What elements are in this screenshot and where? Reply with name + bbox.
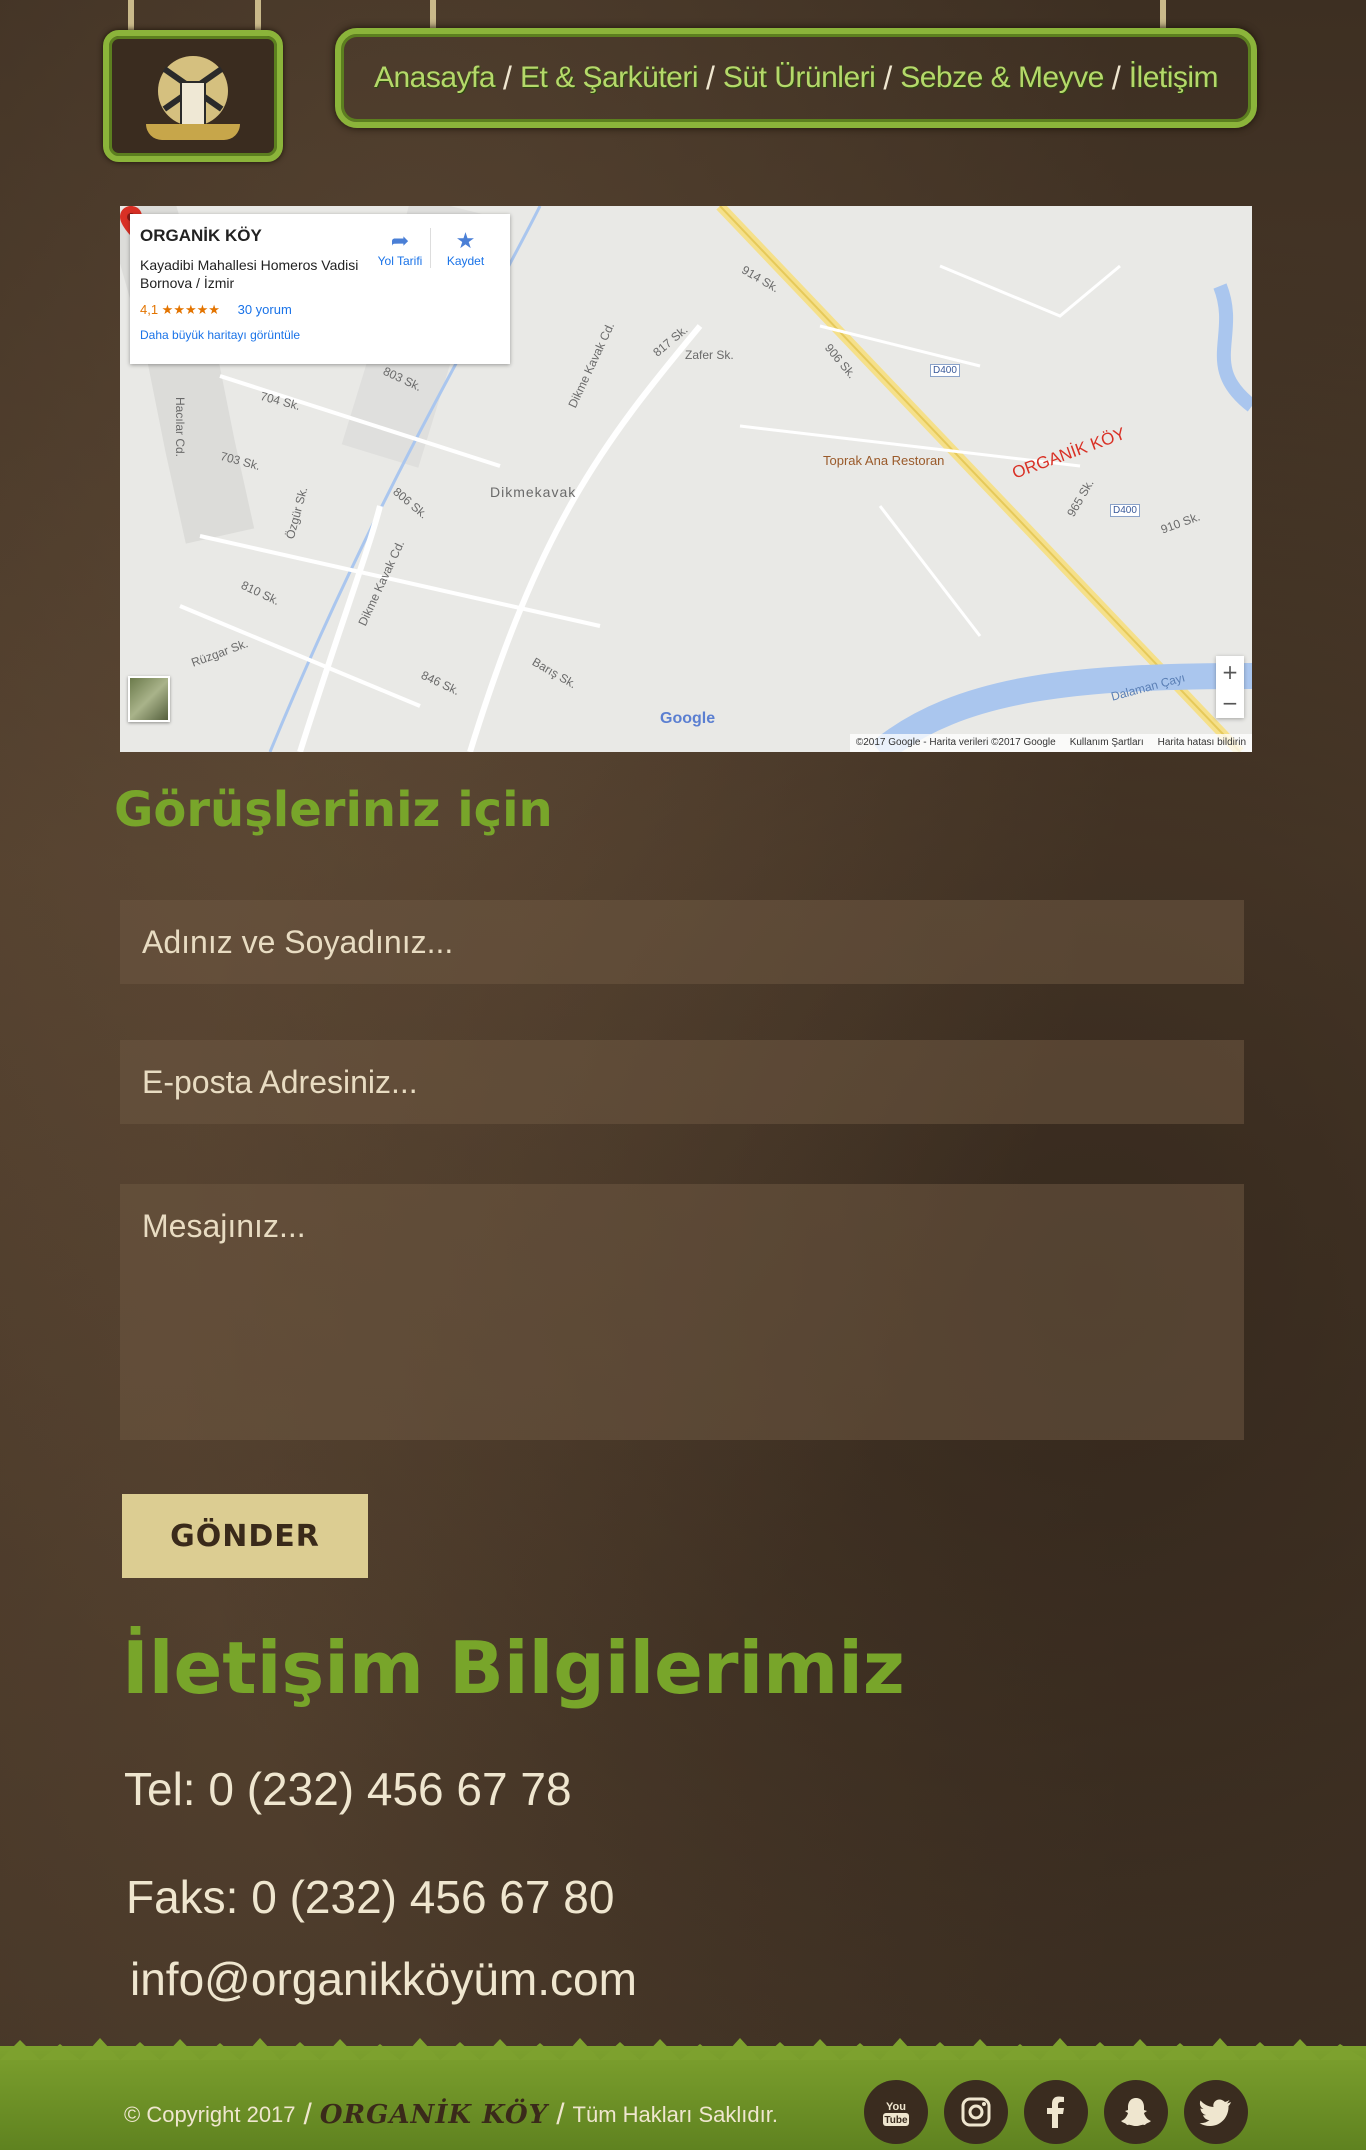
vine-decoration — [128, 0, 134, 30]
site-logo[interactable] — [103, 30, 283, 162]
svg-text:You: You — [886, 2101, 906, 2113]
windmill-logo-icon — [138, 46, 248, 146]
nav-item-iletisim[interactable]: İletişim — [1129, 61, 1219, 95]
rating-stars: 4,1 ★★★★★ — [140, 302, 220, 317]
nav-separator: / — [883, 59, 893, 96]
map-report-link[interactable]: Harita hatası bildirin — [1158, 737, 1246, 749]
map-highway-label: D400 — [930, 364, 960, 377]
name-input[interactable] — [120, 900, 1244, 984]
message-textarea[interactable] — [120, 1184, 1244, 1440]
zoom-out-button[interactable]: − — [1222, 691, 1239, 715]
embedded-map[interactable]: Dikmekavak Dikme Kavak Cd. Dikme Kavak C… — [120, 206, 1252, 752]
submit-button[interactable]: GÖNDER — [122, 1494, 368, 1578]
reviews-link[interactable]: 30 yorum — [238, 302, 292, 317]
map-place-rating: 4,1 ★★★★★ 30 yorum — [140, 302, 500, 318]
map-street-label: Hacılar Cd. — [173, 396, 188, 458]
star-icon: ★ — [455, 228, 476, 253]
map-terms-link[interactable]: Kullanım Şartları — [1070, 737, 1144, 749]
nav-separator: / — [706, 59, 715, 96]
footer-separator: / — [556, 2098, 565, 2131]
map-street-label: Zafer Sk. — [685, 348, 734, 362]
map-footer: ©2017 Google - Harita verileri ©2017 Goo… — [849, 734, 1252, 752]
rights-label: Tüm Hakları Saklıdır. — [572, 2102, 778, 2127]
map-zoom-controls: + − — [1216, 656, 1244, 718]
satellite-toggle[interactable] — [128, 676, 170, 722]
contact-info-title: İletişim Bilgilerimiz — [122, 1626, 905, 1710]
youtube-icon[interactable]: You Tube — [864, 2080, 928, 2144]
save-label: Kaydet — [446, 254, 485, 268]
facebook-icon[interactable] — [1024, 2080, 1088, 2144]
vine-decoration — [1160, 0, 1166, 28]
header: Anasayfa / Et & Şarküteri / Süt Ürünleri… — [0, 0, 1366, 170]
main-nav: Anasayfa / Et & Şarküteri / Süt Ürünleri… — [335, 28, 1257, 128]
map-place-address: Kayadibi Mahallesi Homeros Vadisi Bornov… — [140, 257, 359, 291]
map-highway-label: D400 — [1110, 504, 1140, 517]
nav-item-sut-urunleri[interactable]: Süt Ürünleri — [723, 61, 876, 95]
svg-text:Tube: Tube — [884, 2115, 908, 2126]
vine-decoration — [430, 0, 436, 28]
copyright-text: © Copyright 2017 / ORGANİK KÖY / Tüm Hak… — [124, 2098, 778, 2132]
nav-item-et-sarkuteri[interactable]: Et & Şarküteri — [520, 61, 699, 95]
map-restaurant-label[interactable]: Toprak Ana Restoran — [823, 453, 944, 468]
snapchat-icon[interactable] — [1104, 2080, 1168, 2144]
save-place-button[interactable]: ★ Kaydet — [430, 228, 500, 268]
directions-icon: ➦ — [390, 228, 410, 253]
map-copyright: ©2017 Google - Harita verileri ©2017 Goo… — [855, 737, 1056, 748]
contact-fax: Faks: 0 (232) 456 67 80 — [126, 1871, 615, 1923]
map-place-card: ORGANİK KÖY Kayadibi Mahallesi Homeros V… — [130, 214, 510, 364]
directions-button[interactable]: ➦ Yol Tarifi — [365, 228, 435, 268]
copyright-label: © Copyright 2017 — [124, 2102, 296, 2127]
email-input[interactable] — [120, 1040, 1244, 1124]
twitter-icon[interactable] — [1184, 2080, 1248, 2144]
nav-item-sebze-meyve[interactable]: Sebze & Meyve — [900, 61, 1104, 95]
footer-brand: ORGANİK KÖY — [319, 2100, 549, 2130]
vine-decoration — [255, 0, 261, 30]
zoom-in-button[interactable]: + — [1222, 660, 1239, 684]
grass-decoration — [0, 2038, 1366, 2060]
nav-separator: / — [503, 59, 512, 96]
feedback-form-title: Görüşleriniz için — [114, 782, 553, 838]
nav-item-anasayfa[interactable]: Anasayfa — [374, 61, 496, 95]
bigger-map-link[interactable]: Daha büyük haritayı görüntüle — [140, 328, 500, 342]
directions-label: Yol Tarifi — [377, 254, 423, 268]
google-logo: Google — [660, 710, 716, 727]
footer-separator: / — [303, 2098, 312, 2131]
instagram-icon[interactable] — [944, 2080, 1008, 2144]
map-area-label: Dikmekavak — [490, 484, 577, 500]
nav-separator: / — [1111, 59, 1121, 96]
footer: © Copyright 2017 / ORGANİK KÖY / Tüm Hak… — [0, 2038, 1366, 2150]
contact-phone: Tel: 0 (232) 456 67 78 — [124, 1763, 572, 1815]
contact-email[interactable]: info@organikköyüm.com — [130, 1952, 637, 2006]
